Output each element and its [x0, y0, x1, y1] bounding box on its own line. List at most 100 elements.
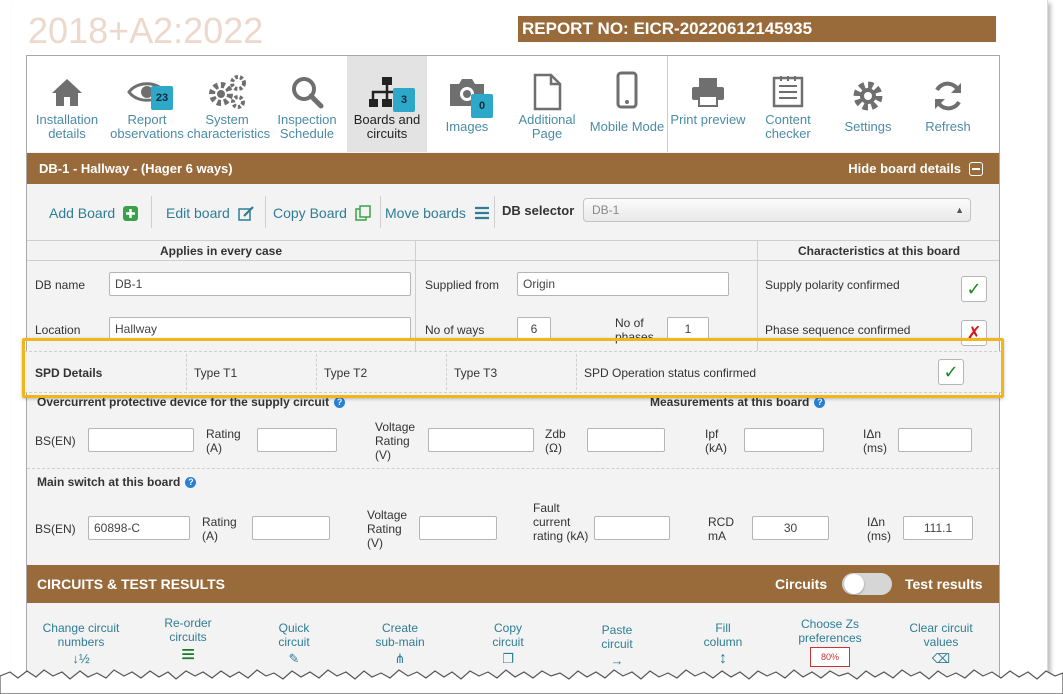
toolbar-label: Images — [445, 119, 489, 134]
spd-divider — [186, 354, 187, 390]
spd-type-t2[interactable]: Type T2 — [324, 366, 367, 380]
button-label: Create sub-main — [375, 621, 425, 649]
document-icon — [533, 73, 562, 111]
checklist-icon — [772, 76, 804, 108]
db-selector-dropdown[interactable]: DB-1 ▲ — [583, 198, 971, 222]
copy-circuit-button[interactable]: Copy circuit ❐ — [485, 621, 531, 668]
toolbar-inspection-schedule[interactable]: Inspection Schedule — [267, 56, 347, 152]
zdb-field[interactable] — [587, 428, 665, 452]
action-divider — [494, 196, 495, 228]
ms-voltage-label: Voltage Rating (V) — [367, 508, 408, 550]
spd-divider — [576, 354, 577, 390]
create-sub-main-button[interactable]: Create sub-main ⋔ — [370, 621, 430, 668]
torn-edge-decoration — [0, 669, 1063, 694]
toolbar-report-observations[interactable]: 23 Report observations — [107, 56, 187, 152]
action-divider — [151, 196, 152, 228]
ocpd-voltage-field[interactable] — [428, 428, 534, 452]
toolbar-label: Inspection Schedule — [277, 112, 337, 141]
toolbar-images[interactable]: 0 Images — [427, 56, 507, 152]
spd-type-t3[interactable]: Type T3 — [454, 366, 497, 380]
info-icon[interactable]: ? — [814, 397, 826, 408]
gears-icon — [209, 75, 246, 109]
toolbar-installation-details[interactable]: Installation details — [27, 56, 107, 152]
ocpd-bsen-field[interactable] — [88, 428, 194, 452]
fault-current-label: Fault current rating (kA) — [533, 501, 589, 543]
move-boards-label: Move boards — [385, 205, 466, 221]
hide-board-details-button[interactable]: Hide board details — [848, 153, 983, 184]
plus-square-icon — [123, 205, 139, 221]
ocpd-rating-field[interactable] — [257, 428, 337, 452]
spd-type-t1[interactable]: Type T1 — [194, 366, 237, 380]
add-board-button[interactable]: Add Board — [49, 205, 139, 221]
quick-circuit-button[interactable]: Quick circuit ✎ — [269, 621, 319, 668]
ocpd-idn-field[interactable] — [898, 428, 972, 452]
home-icon — [52, 79, 82, 106]
mobile-icon — [616, 71, 638, 109]
location-label: Location — [35, 323, 81, 337]
button-label: Fill column — [703, 621, 743, 649]
action-divider — [265, 196, 266, 228]
characteristics-column-header: Characteristics at this board — [797, 244, 961, 258]
db-name-field[interactable]: DB-1 — [109, 272, 411, 296]
circuits-title: CIRCUITS & TEST RESULTS — [37, 576, 225, 592]
toolbar-label: Boards and circuits — [353, 112, 421, 141]
ocpd-voltage-label: Voltage Rating (V) — [375, 420, 416, 462]
change-circuit-numbers-button[interactable]: Change circuit numbers ↓½ — [37, 621, 125, 668]
fault-current-field[interactable] — [594, 516, 670, 540]
edit-board-button[interactable]: Edit board — [166, 205, 255, 221]
info-icon[interactable]: ? — [185, 477, 197, 488]
toolbar-content-checker[interactable]: Content checker — [748, 56, 828, 152]
toolbar-boards-and-circuits[interactable]: 3 Boards and circuits — [347, 56, 427, 152]
ocpd-section-title: Overcurrent protective device for the su… — [37, 395, 346, 409]
section-divider — [27, 468, 999, 469]
move-boards-button[interactable]: Move boards — [385, 205, 490, 221]
info-icon[interactable]: ? — [334, 397, 346, 408]
toolbar-print-preview[interactable]: Print preview — [668, 56, 748, 152]
no-of-ways-field[interactable]: 6 — [517, 317, 551, 341]
no-of-phases-field[interactable]: 1 — [667, 317, 709, 341]
toolbar-additional-page[interactable]: Additional Page — [507, 56, 587, 152]
reorder-circuits-button[interactable]: Re-order circuits ≡ — [155, 616, 221, 667]
toolbar-settings[interactable]: Settings — [828, 56, 908, 152]
applies-column-header: Applies in every case — [159, 244, 283, 258]
toolbar-refresh[interactable]: Refresh — [908, 56, 988, 152]
ipf-label: Ipf (kA) — [705, 427, 727, 455]
add-board-label: Add Board — [49, 205, 116, 221]
fill-column-button[interactable]: Fill column ↕ — [703, 621, 743, 668]
copy-icon — [355, 205, 371, 221]
ms-bsen-field[interactable]: 60898-C — [88, 516, 190, 540]
report-number-banner: REPORT NO: EICR-20220612145935 — [518, 16, 996, 42]
test-results-toggle-label: Test results — [905, 576, 983, 592]
ms-bsen-label: BS(EN) — [35, 522, 76, 536]
ms-idn-field[interactable]: 111.1 — [903, 516, 973, 540]
board-header-bar: DB-1 - Hallway - (Hager 6 ways) Hide boa… — [27, 153, 999, 184]
circuits-test-results-toggle[interactable] — [842, 573, 892, 595]
toolbar-system-characteristics[interactable]: System characteristics — [187, 56, 270, 152]
choose-zs-preferences-button[interactable]: Choose Zs preferences 80% — [795, 617, 865, 667]
board-columns-header: Applies in every case Characteristics at… — [27, 240, 999, 261]
measurements-title-text: Measurements at this board — [650, 395, 810, 409]
rcd-ma-field[interactable]: 30 — [752, 516, 829, 540]
ms-rating-field[interactable] — [252, 516, 330, 540]
supply-polarity-label: Supply polarity confirmed — [765, 278, 900, 292]
toolbar-mobile-mode[interactable]: Mobile Mode — [587, 56, 667, 152]
supplied-from-field[interactable]: Origin — [517, 272, 729, 296]
button-label: Re-order circuits — [164, 616, 212, 644]
phase-sequence-label: Phase sequence confirmed — [765, 323, 911, 337]
clear-circuit-values-button[interactable]: Clear circuit values ⌫ — [905, 621, 977, 668]
spd-details-label: SPD Details — [35, 366, 103, 380]
location-field[interactable]: Hallway — [109, 317, 411, 341]
printer-icon — [692, 78, 724, 107]
supply-polarity-checkbox[interactable]: ✓ — [961, 276, 987, 302]
spd-operation-status-checkbox[interactable]: ✓ — [938, 359, 964, 385]
ipf-field[interactable] — [744, 428, 824, 452]
phase-sequence-checkbox[interactable]: ✗ — [961, 320, 987, 346]
toolbar-label: Content checker — [765, 112, 811, 141]
button-label: Copy circuit — [492, 621, 524, 649]
spd-divider — [316, 354, 317, 390]
ocpd-bsen-label: BS(EN) — [35, 434, 76, 448]
ms-voltage-field[interactable] — [419, 516, 497, 540]
copy-board-button[interactable]: Copy Board — [273, 205, 371, 221]
gear-icon — [853, 81, 883, 111]
paste-circuit-button[interactable]: Paste circuit → — [593, 623, 641, 670]
